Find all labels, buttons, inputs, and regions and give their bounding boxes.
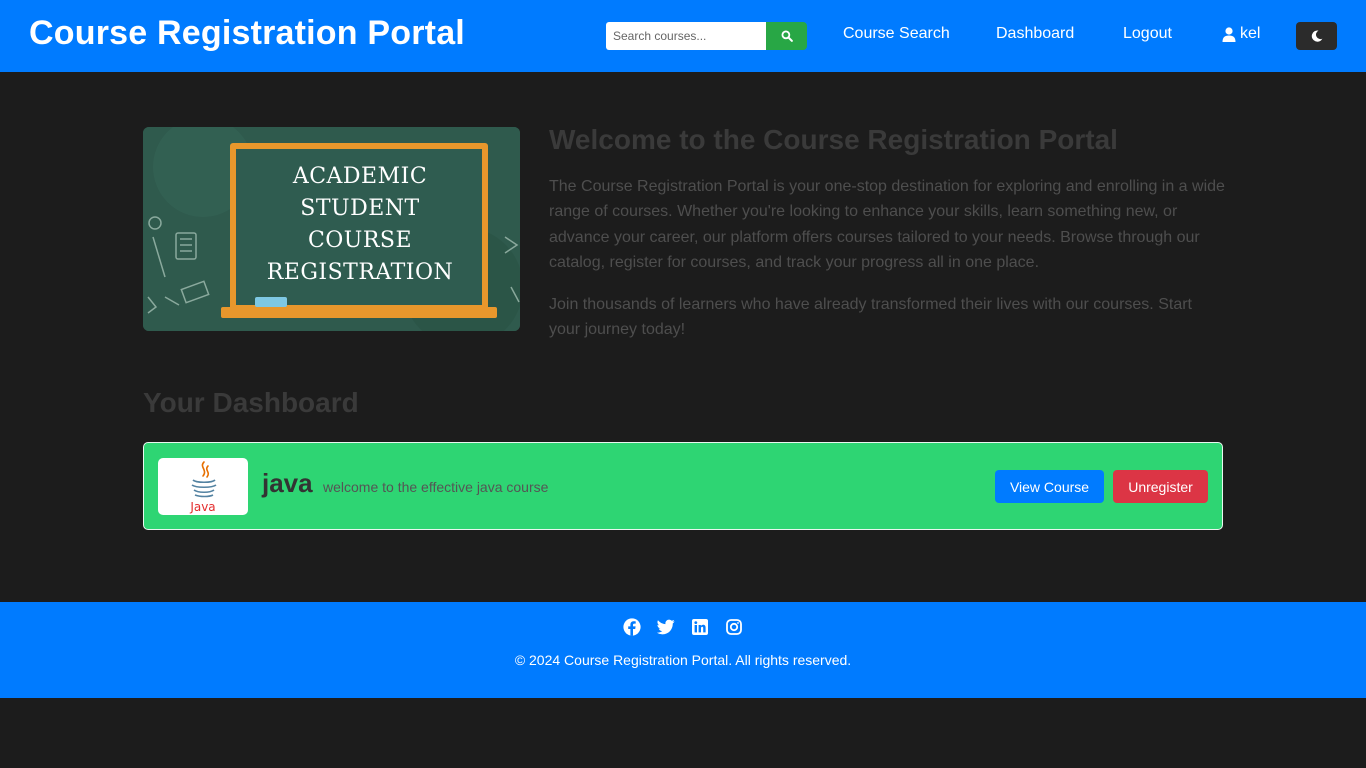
- hero-image-line-1: ACADEMIC: [292, 164, 427, 189]
- instagram-icon[interactable]: [725, 618, 743, 636]
- user-icon: [1222, 26, 1236, 42]
- hero-paragraph-1: The Course Registration Portal is your o…: [549, 178, 1225, 271]
- nav-dashboard[interactable]: Dashboard: [996, 25, 1074, 43]
- java-logo-text: Java: [189, 500, 215, 514]
- hero-title: Welcome to the Course Registration Porta…: [549, 124, 1118, 155]
- facebook-icon[interactable]: [623, 618, 641, 636]
- moon-icon: [1311, 30, 1322, 42]
- nav-logout[interactable]: Logout: [1123, 25, 1172, 43]
- search-form: [606, 22, 807, 50]
- hero-image: ACADEMIC STUDENT COURSE REGISTRATION: [143, 127, 520, 331]
- search-button[interactable]: [766, 22, 807, 50]
- brand-title[interactable]: Course Registration Portal: [29, 14, 465, 53]
- course-description: welcome to the effective java course: [323, 479, 549, 495]
- java-logo: Java: [158, 458, 248, 515]
- navbar: Course Registration Portal Course Search…: [0, 0, 1366, 72]
- linkedin-icon[interactable]: [691, 618, 709, 636]
- hero-image-line-3: COURSE: [308, 228, 412, 253]
- course-name: java: [262, 468, 313, 498]
- twitter-icon[interactable]: [657, 618, 675, 636]
- dashboard-title: Your Dashboard: [143, 387, 359, 418]
- search-icon: [781, 30, 793, 42]
- footer: © 2024 Course Registration Portal. All r…: [0, 602, 1366, 698]
- course-card: Java java welcome to the effective java …: [143, 442, 1223, 530]
- hero-paragraph-2: Join thousands of learners who have alre…: [549, 296, 1192, 339]
- user-menu[interactable]: kel: [1222, 25, 1260, 43]
- social-links: [623, 618, 743, 636]
- theme-toggle-button[interactable]: [1296, 22, 1337, 50]
- user-name: kel: [1240, 25, 1261, 42]
- hero-image-line-4: REGISTRATION: [267, 260, 454, 285]
- view-course-button[interactable]: View Course: [995, 470, 1104, 503]
- unregister-button[interactable]: Unregister: [1113, 470, 1208, 503]
- copyright-text: © 2024 Course Registration Portal. All r…: [514, 652, 852, 668]
- hero-image-line-2: STUDENT: [300, 196, 419, 221]
- search-input[interactable]: [606, 22, 766, 50]
- nav-course-search[interactable]: Course Search: [843, 25, 950, 43]
